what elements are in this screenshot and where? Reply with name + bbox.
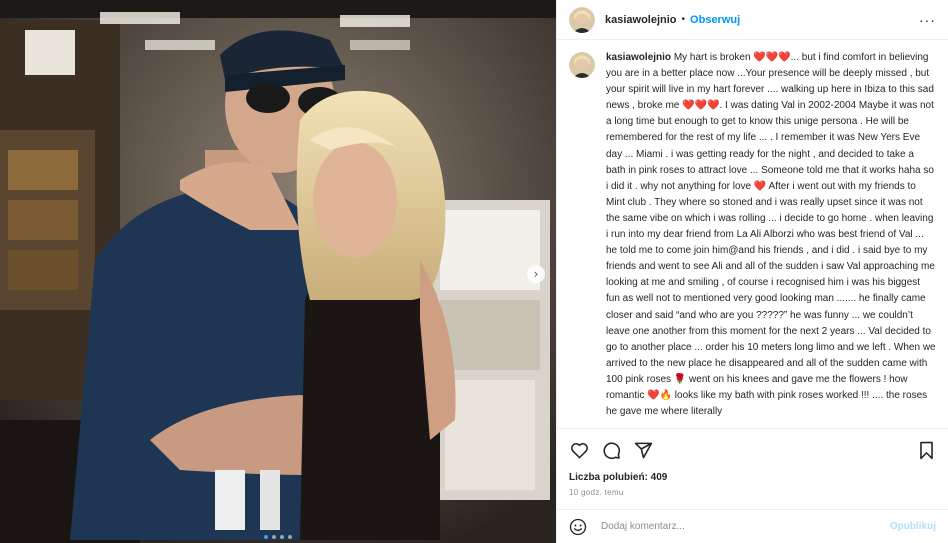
- publish-button[interactable]: Opublikuj: [890, 521, 936, 532]
- caption-area: kasiawolejnio My hart is broken ❤️❤️❤️..…: [557, 50, 948, 428]
- post-timestamp: 10 godz. temu: [569, 488, 624, 497]
- avatar[interactable]: [569, 52, 595, 78]
- share-icon: [634, 442, 652, 458]
- caption-username[interactable]: kasiawolejnio: [606, 52, 671, 63]
- comment-icon: [602, 441, 620, 459]
- share-button[interactable]: [633, 440, 653, 460]
- smiley-icon[interactable]: [569, 518, 587, 536]
- save-button[interactable]: [916, 440, 936, 460]
- carousel-dot: [264, 535, 268, 539]
- likes-label: Liczba polubień:: [569, 472, 648, 483]
- likes-number: 409: [650, 472, 668, 483]
- comment-button[interactable]: [601, 440, 621, 460]
- photo-image: [0, 0, 556, 543]
- likes-count[interactable]: Liczba polubień: 409: [569, 472, 667, 483]
- caption-body: My hart is broken ❤️❤️❤️... but i find c…: [606, 52, 936, 418]
- carousel-dot: [288, 535, 292, 539]
- avatar[interactable]: [569, 6, 595, 33]
- post-header: kasiawolejnio • Obserwuj ···: [557, 0, 948, 40]
- carousel-dot: [272, 535, 276, 539]
- post-actions: [557, 428, 948, 471]
- more-options-button[interactable]: ···: [919, 12, 936, 28]
- carousel-dot: [280, 535, 284, 539]
- heart-icon: [570, 442, 588, 458]
- username-link[interactable]: kasiawolejnio: [605, 14, 677, 26]
- carousel-indicators: [0, 535, 556, 539]
- comment-bar: Opublikuj: [557, 509, 948, 543]
- post-photo[interactable]: ›: [0, 0, 556, 543]
- caption-text: kasiawolejnio My hart is broken ❤️❤️❤️..…: [606, 50, 936, 428]
- follow-button[interactable]: Obserwuj: [690, 14, 740, 26]
- bookmark-icon: [919, 441, 933, 459]
- like-button[interactable]: [569, 440, 589, 460]
- separator-dot: •: [681, 14, 686, 25]
- chevron-right-icon: ›: [533, 267, 539, 281]
- next-photo-button[interactable]: ›: [527, 265, 545, 283]
- comment-input[interactable]: [601, 521, 890, 532]
- post-details-panel: kasiawolejnio • Obserwuj ··· kasiawolejn…: [556, 0, 948, 543]
